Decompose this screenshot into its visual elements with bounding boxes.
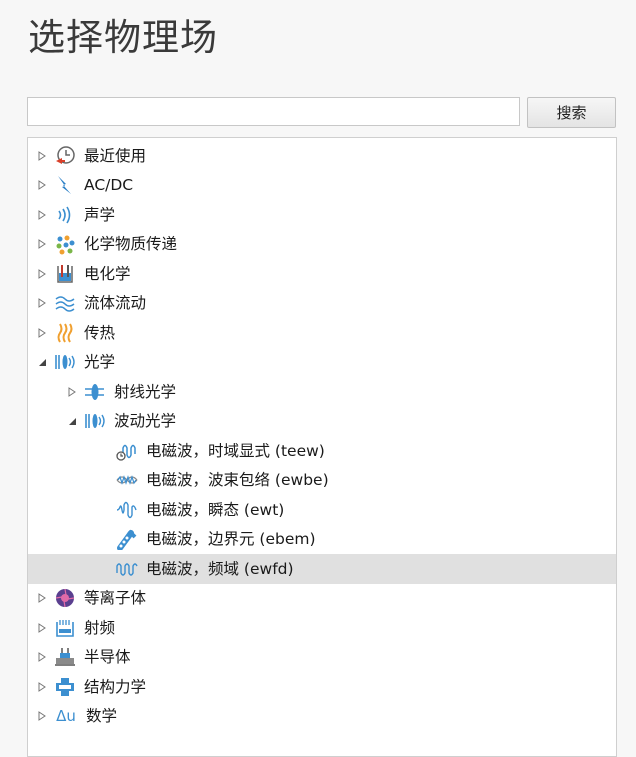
expand-arrow-icon[interactable] bbox=[36, 268, 48, 280]
heat-icon bbox=[54, 322, 76, 344]
collapse-arrow-icon[interactable] bbox=[36, 356, 48, 368]
math-icon: Δu bbox=[56, 707, 76, 726]
tree-item-label: 电化学 bbox=[84, 264, 131, 283]
tree-item-ewfd[interactable]: 电磁波，频域 (ewfd) bbox=[28, 554, 616, 584]
tree-item-label: 结构力学 bbox=[84, 677, 147, 696]
tree-item-label: 半导体 bbox=[84, 648, 131, 667]
beaker-icon bbox=[54, 263, 76, 285]
tree-item-label: 化学物质传递 bbox=[84, 235, 178, 254]
flow-icon bbox=[54, 292, 76, 314]
tree-item-label: 等离子体 bbox=[84, 589, 147, 608]
physics-tree[interactable]: 最近使用 AC/DC 声学 化学物质传递 电化学 流体流动 传热 光学 射线光学… bbox=[27, 137, 617, 757]
tree-item-label: 流体流动 bbox=[84, 294, 147, 313]
lightning-icon bbox=[54, 174, 76, 196]
tree-item-structural-mechanics[interactable]: 结构力学 bbox=[28, 672, 616, 702]
particles-icon bbox=[54, 233, 76, 255]
tree-item-label: 数学 bbox=[86, 707, 118, 726]
search-input[interactable] bbox=[27, 97, 520, 126]
tree-item-acdc[interactable]: AC/DC bbox=[28, 171, 616, 201]
tree-item-wave-optics[interactable]: 波动光学 bbox=[28, 407, 616, 437]
tree-item-label: 电磁波，瞬态 (ewt) bbox=[146, 500, 285, 519]
frequency-wave-icon bbox=[116, 558, 138, 580]
tree-item-acoustics[interactable]: 声学 bbox=[28, 200, 616, 230]
search-button[interactable]: 搜索 bbox=[527, 97, 616, 128]
tree-item-heat-transfer[interactable]: 传热 bbox=[28, 318, 616, 348]
optics-icon bbox=[84, 410, 106, 432]
tree-item-label: 最近使用 bbox=[84, 146, 147, 165]
tree-item-label: AC/DC bbox=[84, 176, 134, 195]
clock-icon bbox=[54, 145, 76, 167]
tree-item-math[interactable]: Δu 数学 bbox=[28, 702, 616, 732]
structure-icon bbox=[54, 676, 76, 698]
collapse-arrow-icon[interactable] bbox=[66, 415, 78, 427]
expand-arrow-icon[interactable] bbox=[36, 179, 48, 191]
optics-icon bbox=[54, 351, 76, 373]
transient-wave-icon bbox=[116, 499, 138, 521]
tree-item-ewt[interactable]: 电磁波，瞬态 (ewt) bbox=[28, 495, 616, 525]
tree-item-electrochemistry[interactable]: 电化学 bbox=[28, 259, 616, 289]
expand-arrow-icon[interactable] bbox=[36, 651, 48, 663]
tree-item-label: 光学 bbox=[84, 353, 116, 372]
tree-item-ebem[interactable]: 电磁波，边界元 (ebem) bbox=[28, 525, 616, 555]
antenna-icon bbox=[54, 617, 76, 639]
expand-arrow-icon[interactable] bbox=[36, 622, 48, 634]
tree-item-label: 射线光学 bbox=[114, 382, 177, 401]
expand-arrow-icon[interactable] bbox=[66, 386, 78, 398]
tree-item-fluid-flow[interactable]: 流体流动 bbox=[28, 289, 616, 319]
tree-item-optics[interactable]: 光学 bbox=[28, 348, 616, 378]
expand-arrow-icon[interactable] bbox=[36, 297, 48, 309]
tree-item-label: 电磁波，频域 (ewfd) bbox=[146, 559, 294, 578]
tree-item-semiconductor[interactable]: 半导体 bbox=[28, 643, 616, 673]
tree-item-teew[interactable]: 电磁波，时域显式 (teew) bbox=[28, 436, 616, 466]
tree-item-label: 射频 bbox=[84, 618, 116, 637]
expand-arrow-icon[interactable] bbox=[36, 681, 48, 693]
tree-item-plasma[interactable]: 等离子体 bbox=[28, 584, 616, 614]
time-wave-icon bbox=[116, 440, 138, 462]
tree-item-label: 声学 bbox=[84, 205, 116, 224]
tree-item-label: 波动光学 bbox=[114, 412, 177, 431]
sound-wave-icon bbox=[54, 204, 76, 226]
plasma-icon bbox=[54, 587, 76, 609]
boundary-element-icon bbox=[116, 528, 138, 551]
expand-arrow-icon[interactable] bbox=[36, 150, 48, 162]
lens-ray-icon bbox=[84, 381, 106, 403]
tree-item-label: 电磁波，波束包络 (ewbe) bbox=[146, 471, 329, 490]
tree-item-chemical-transport[interactable]: 化学物质传递 bbox=[28, 230, 616, 260]
tree-item-ewbe[interactable]: 电磁波，波束包络 (ewbe) bbox=[28, 466, 616, 496]
expand-arrow-icon[interactable] bbox=[36, 327, 48, 339]
tree-item-label: 传热 bbox=[84, 323, 116, 342]
expand-arrow-icon[interactable] bbox=[36, 592, 48, 604]
expand-arrow-icon[interactable] bbox=[36, 238, 48, 250]
tree-item-recent[interactable]: 最近使用 bbox=[28, 141, 616, 171]
expand-arrow-icon[interactable] bbox=[36, 209, 48, 221]
expand-arrow-icon[interactable] bbox=[36, 710, 48, 722]
beam-envelope-icon bbox=[116, 469, 138, 491]
tree-item-ray-optics[interactable]: 射线光学 bbox=[28, 377, 616, 407]
tree-item-label: 电磁波，时域显式 (teew) bbox=[146, 441, 325, 460]
semiconductor-icon bbox=[54, 646, 76, 668]
page-title: 选择物理场 bbox=[28, 16, 218, 59]
tree-item-label: 电磁波，边界元 (ebem) bbox=[146, 530, 316, 549]
tree-item-rf[interactable]: 射频 bbox=[28, 613, 616, 643]
